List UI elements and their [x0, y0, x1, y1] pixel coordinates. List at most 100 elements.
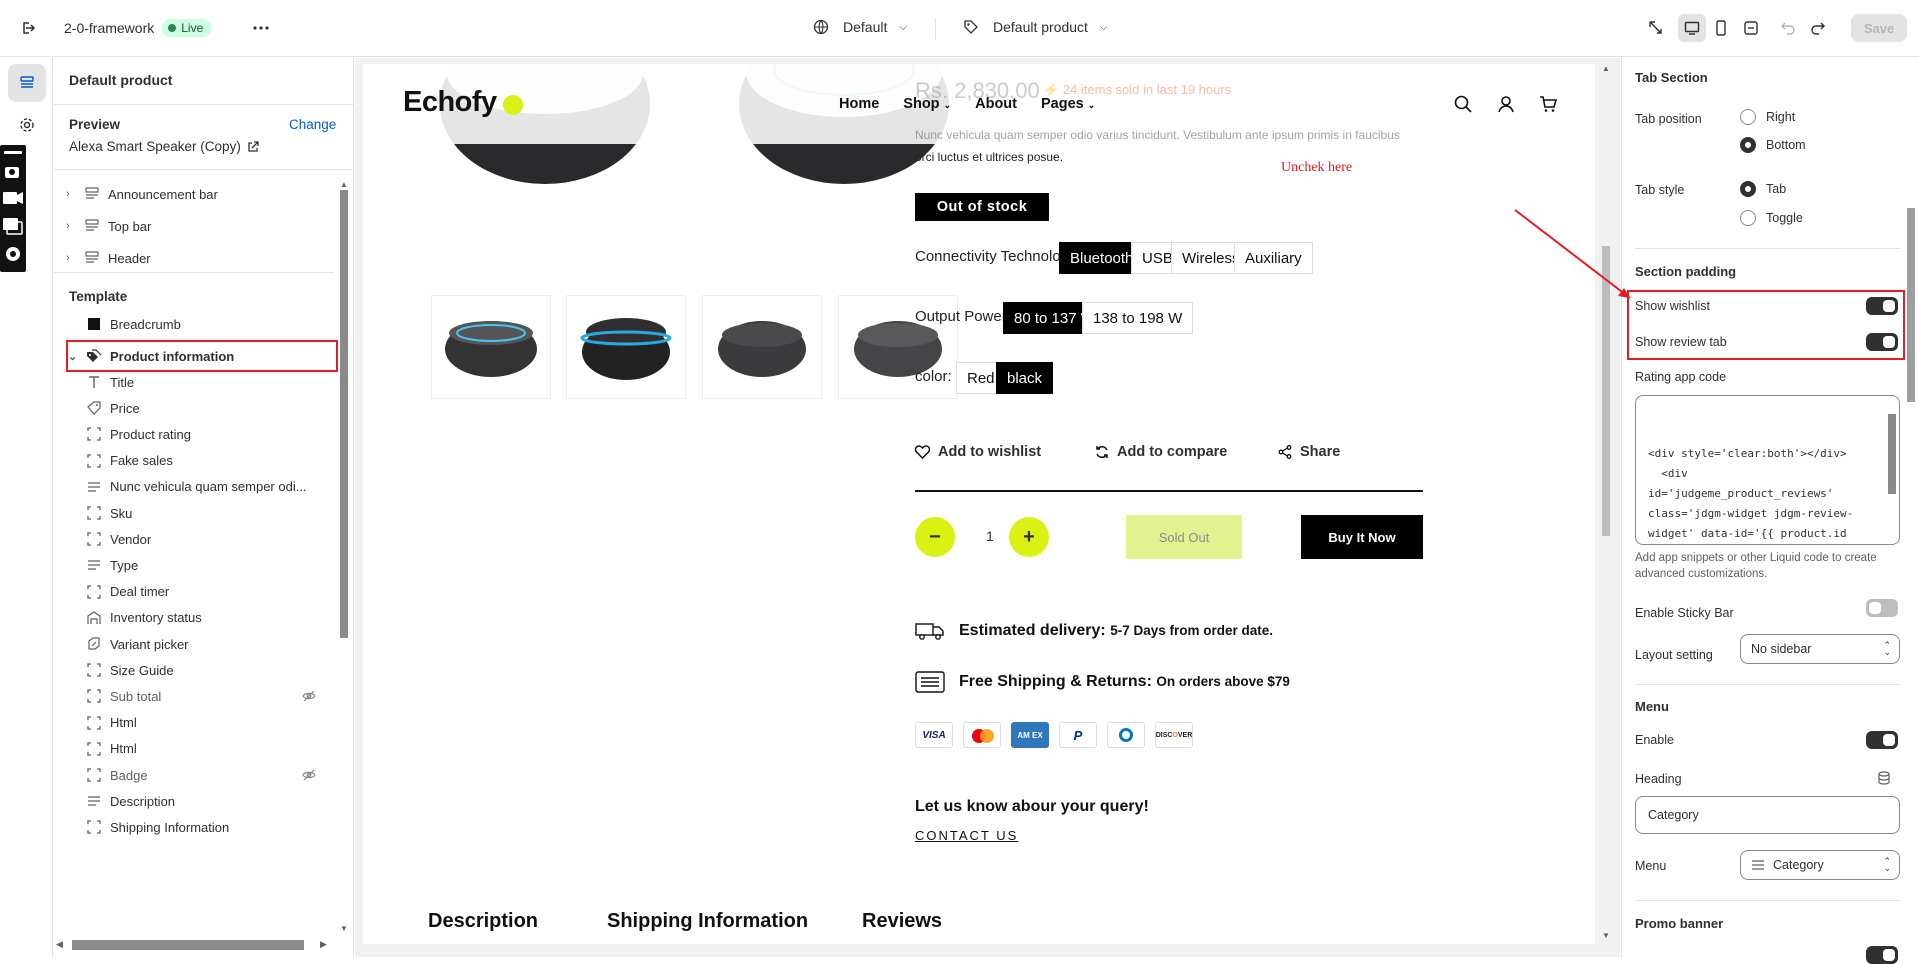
block-item[interactable]: Inventory status: [86, 604, 326, 632]
block-item[interactable]: Fake sales: [86, 447, 326, 475]
share-button[interactable]: Share: [1278, 444, 1340, 460]
block-item[interactable]: Sku: [86, 499, 326, 527]
account-icon[interactable]: [1497, 95, 1515, 113]
exit-icon[interactable]: [14, 14, 42, 42]
block-item[interactable]: Product rating: [86, 420, 326, 448]
product-thumbnail[interactable]: [702, 295, 822, 399]
block-icon: [86, 688, 102, 704]
divider: [1635, 684, 1900, 685]
theme-select[interactable]: Default ⌵: [813, 19, 907, 35]
annotation-arrow: [1514, 209, 1631, 299]
sidebar-horizontal-scrollbar[interactable]: ◀ ▶: [54, 938, 334, 952]
layout-setting-select[interactable]: No sidebar ⌃ ⌄: [1740, 634, 1900, 664]
template-select[interactable]: Default product ⌵: [963, 19, 1108, 35]
sections-icon[interactable]: [8, 64, 46, 102]
change-preview-link[interactable]: Change: [289, 117, 336, 132]
tab-shipping-information[interactable]: Shipping Information: [607, 910, 808, 933]
tab-description[interactable]: Description: [428, 910, 538, 933]
tab-reviews[interactable]: Reviews: [862, 910, 942, 933]
price-tag-icon: [86, 400, 102, 416]
block-item[interactable]: Title: [86, 368, 326, 396]
sidebar-scrollbar[interactable]: ▲ ▼: [338, 180, 350, 942]
block-icon: [86, 453, 102, 469]
scroll-up-arrow[interactable]: ▲: [1602, 64, 1610, 73]
block-item[interactable]: Size Guide: [86, 656, 326, 684]
eye-hidden-icon[interactable]: [302, 768, 316, 782]
block-item[interactable]: Badge: [86, 761, 326, 789]
product-thumbnail[interactable]: [431, 295, 551, 399]
tab-section-title: Tab Section: [1635, 70, 1708, 85]
qty-increase-button[interactable]: +: [1009, 517, 1049, 557]
cart-icon[interactable]: [1539, 95, 1557, 113]
settings-scrollbar[interactable]: [1907, 208, 1915, 402]
block-item[interactable]: Variant picker: [86, 630, 326, 658]
tab-style-toggle-radio[interactable]: Toggle: [1740, 210, 1803, 226]
block-item[interactable]: Vendor: [86, 525, 326, 553]
heading-input[interactable]: Category: [1635, 796, 1900, 834]
menu-select[interactable]: Category ⌃ ⌄: [1740, 850, 1900, 880]
section-top-bar[interactable]: › Top bar: [66, 212, 151, 240]
inspector-icon[interactable]: [1642, 14, 1670, 42]
canvas-scrollbar[interactable]: ▲ ▼: [1599, 58, 1613, 957]
add-to-compare[interactable]: Add to compare: [1095, 444, 1227, 460]
buy-now-button[interactable]: Buy It Now: [1301, 515, 1423, 559]
block-label: Vendor: [110, 531, 152, 547]
connectivity-label: Connectivity Technology:: [915, 248, 1081, 265]
desktop-view-icon[interactable]: [1678, 14, 1706, 42]
block-item[interactable]: Description: [86, 787, 326, 815]
save-button[interactable]: Save: [1851, 14, 1907, 42]
external-link-icon[interactable]: [247, 140, 259, 153]
theme-settings-icon[interactable]: [8, 106, 46, 144]
contact-us-link[interactable]: CONTACT US: [915, 828, 1018, 843]
more-icon[interactable]: [247, 14, 275, 42]
section-announcement-bar[interactable]: › Announcement bar: [66, 180, 218, 208]
block-item[interactable]: Sub total: [86, 682, 326, 710]
dynamic-source-icon[interactable]: [1878, 771, 1890, 785]
nav-pages-label: Pages: [1041, 96, 1084, 112]
store-logo[interactable]: Echofy: [403, 86, 497, 119]
block-item[interactable]: Nunc vehicula quam semper odi...: [86, 473, 326, 501]
tab-style-tab-radio[interactable]: Tab: [1740, 181, 1786, 197]
qty-value[interactable]: 1: [986, 528, 994, 544]
variant-power-138-198[interactable]: 138 to 198 W: [1082, 302, 1194, 334]
section-breadcrumb[interactable]: Breadcrumb: [86, 310, 181, 338]
scroll-thumb[interactable]: [72, 940, 304, 950]
full-width-icon[interactable]: [1737, 14, 1765, 42]
add-to-wishlist[interactable]: Add to wishlist: [915, 444, 1041, 460]
menu-label: Menu: [1635, 859, 1667, 873]
variant-auxiliary[interactable]: Auxiliary: [1234, 242, 1313, 274]
nav-pages[interactable]: Pages ⌄: [1041, 96, 1095, 112]
menu-enable-toggle[interactable]: [1866, 731, 1898, 749]
sticky-bar-toggle[interactable]: [1866, 599, 1898, 617]
block-item[interactable]: Html: [86, 735, 326, 763]
scroll-down-arrow[interactable]: ▼: [1602, 931, 1610, 940]
section-icon: [84, 218, 100, 234]
redo-icon[interactable]: [1804, 14, 1832, 42]
promo-banner-toggle[interactable]: [1866, 946, 1898, 964]
sold-out-button[interactable]: Sold Out: [1126, 515, 1242, 559]
block-item[interactable]: Type: [86, 551, 326, 579]
qty-decrease-button[interactable]: −: [915, 517, 955, 557]
scroll-up-arrow[interactable]: ▲: [340, 180, 348, 189]
product-thumbnail[interactable]: [566, 295, 686, 399]
undo-icon[interactable]: [1774, 14, 1802, 42]
wishlist-label: Add to wishlist: [938, 444, 1042, 460]
rating-app-code-editor[interactable]: <div style='clear:both'></div> <div id='j…: [1635, 395, 1900, 545]
mobile-view-icon[interactable]: [1707, 14, 1735, 42]
text-lines-icon: [86, 479, 102, 495]
scroll-thumb[interactable]: [340, 190, 348, 638]
nav-home[interactable]: Home: [839, 96, 879, 112]
block-item[interactable]: Shipping Information: [86, 813, 326, 841]
section-header[interactable]: › Header: [66, 244, 151, 272]
section-icon: [84, 186, 100, 202]
block-item[interactable]: Price: [86, 394, 326, 422]
eye-hidden-icon[interactable]: [302, 689, 316, 703]
tab-position-right-radio[interactable]: Right: [1740, 109, 1795, 125]
code-scrollbar[interactable]: [1888, 414, 1896, 494]
block-item[interactable]: Html: [86, 709, 326, 737]
tab-position-bottom-radio[interactable]: Bottom: [1740, 137, 1806, 153]
search-icon[interactable]: [1454, 95, 1472, 113]
scroll-down-arrow[interactable]: ▼: [340, 924, 348, 933]
block-item[interactable]: Deal timer: [86, 578, 326, 606]
variant-black[interactable]: black: [996, 362, 1054, 394]
